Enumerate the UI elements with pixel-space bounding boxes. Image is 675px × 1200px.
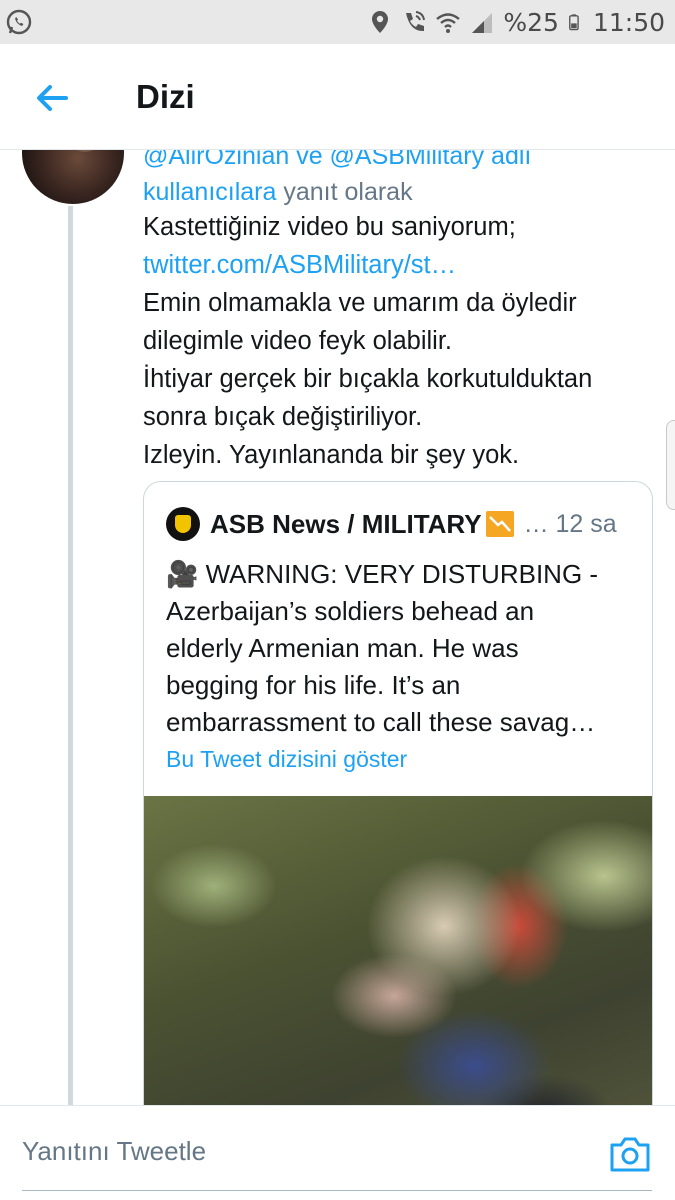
app-header: Dizi <box>0 44 675 150</box>
chart-down-emoji-icon <box>485 511 514 537</box>
page-title: Dizi <box>136 78 195 115</box>
call-icon <box>406 11 426 32</box>
camera-icon[interactable] <box>608 1134 652 1174</box>
reply-users-link[interactable]: kullanıcılara <box>143 178 276 206</box>
reply-context: @AlirOzinian ve @ASBMilitary adlı kullan… <box>143 150 663 210</box>
quoted-line: elderly Armenian man. He was <box>166 633 519 663</box>
battery-percentage: %25 <box>503 7 559 37</box>
whatsapp-icon <box>6 9 32 35</box>
reply-input[interactable]: Yanıtını Tweetle <box>22 1136 206 1167</box>
quoted-line: begging for his life. It’s an <box>166 670 461 700</box>
reply-input-underline <box>22 1190 652 1191</box>
quoted-tweet-text: 🎥 WARNING: VERY DISTURBING - Azerbaijan’… <box>166 556 636 741</box>
clock: 11:50 <box>592 7 665 37</box>
quoted-author-name: ASB News / MILITARY <box>210 508 482 539</box>
quoted-line: Azerbaijan’s soldiers behead an <box>166 596 535 626</box>
tweet-line: Izleyin. Yayınlananda bir şey yok. <box>143 441 520 469</box>
reply-bar: Yanıtını Tweetle <box>0 1105 675 1200</box>
location-icon <box>372 11 389 33</box>
quoted-line: 🎥 WARNING: VERY DISTURBING - <box>166 559 599 589</box>
status-bar: %25 11:50 <box>0 0 675 44</box>
signal-icon <box>472 13 493 33</box>
quoted-timestamp: … 12 sa <box>523 509 617 538</box>
quoted-avatar <box>166 507 200 541</box>
thread-view: @AlirOzinian ve @ASBMilitary adlı kullan… <box>0 150 675 1105</box>
status-icons: %25 11:50 <box>367 4 665 40</box>
tweet-text: Kastettiğiniz video bu saniyorum; twitte… <box>143 208 663 474</box>
quoted-tweet-header: ASB News / MILITARY … 12 sa <box>166 506 617 542</box>
back-arrow-icon[interactable] <box>32 78 72 118</box>
tweet-link[interactable]: twitter.com/ASBMilitary/st… <box>143 246 663 284</box>
tweet-line: Emin olmamakla ve umarım da öyledir <box>143 289 577 317</box>
battery-icon <box>569 14 579 31</box>
tweet-line: sonra bıçak değiştiriliyor. <box>143 403 423 431</box>
wifi-icon <box>436 13 461 33</box>
quoted-tweet-card[interactable]: ASB News / MILITARY … 12 sa 🎥 WARNING: V… <box>143 481 653 1105</box>
reply-mentions[interactable]: @AlirOzinian ve @ASBMilitary adlı <box>143 150 531 170</box>
avatar[interactable] <box>22 150 124 204</box>
tweet-line: İhtiyar gerçek bir bıçakla korkutuldukta… <box>143 365 593 393</box>
quoted-media-image[interactable] <box>144 796 652 1105</box>
thread-connector-line <box>68 206 73 1105</box>
scroll-handle[interactable] <box>666 420 675 510</box>
tweet-line: Kastettiğiniz video bu saniyorum; <box>143 213 516 241</box>
show-thread-link[interactable]: Bu Tweet dizisini göster <box>166 746 407 773</box>
quoted-line: embarrassment to call these savag… <box>166 707 596 737</box>
tweet-line: dilegimle video feyk olabilir. <box>143 327 452 355</box>
reply-suffix: yanıt olarak <box>276 178 413 206</box>
